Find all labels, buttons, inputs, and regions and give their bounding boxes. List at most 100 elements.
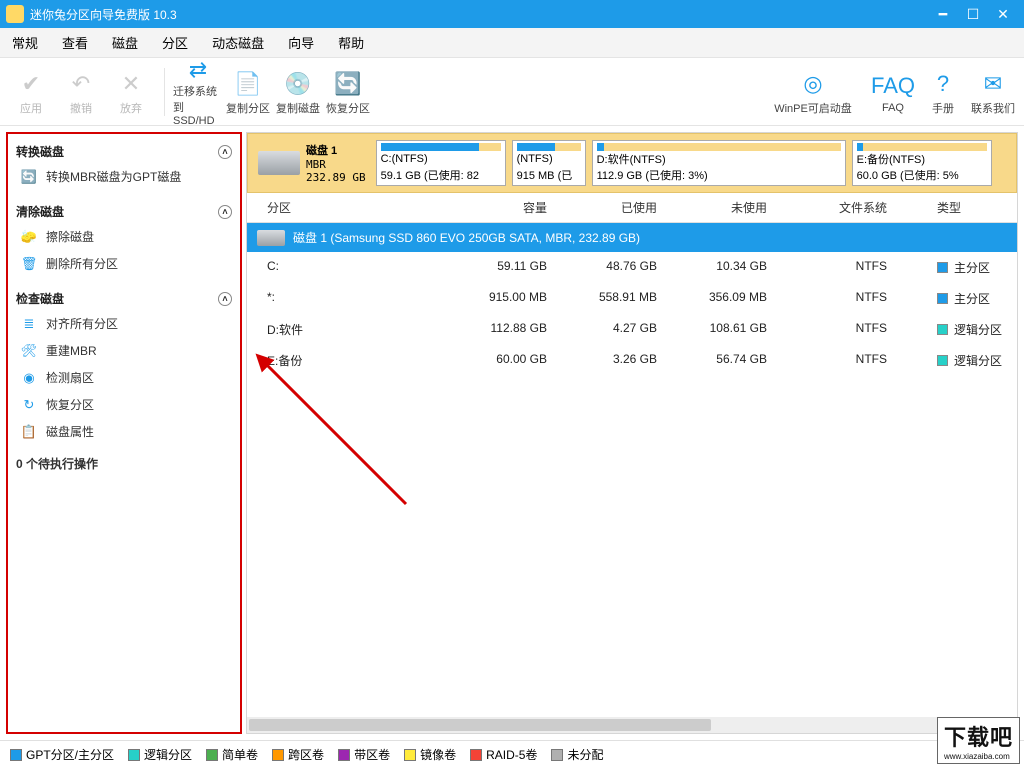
legend-item: 跨区卷	[272, 746, 324, 763]
maximize-button[interactable]: ☐	[958, 6, 988, 23]
sidebar-item-icon: 🧽	[20, 229, 38, 245]
toolbar-应用: ✔应用	[6, 62, 56, 122]
legend-item: 逻辑分区	[128, 746, 192, 763]
toolbar-联系我们[interactable]: ✉联系我们	[968, 62, 1018, 122]
toolbar-恢复分区[interactable]: 🔄恢复分区	[323, 62, 373, 122]
toolbar-迁移系统到SSD/HD[interactable]: ⇄迁移系统到SSD/HD	[173, 62, 223, 122]
sidebar-item[interactable]: ◉检测扇区	[16, 364, 232, 391]
type-color-icon	[937, 355, 948, 366]
toolbar-icon: ◎	[803, 68, 822, 100]
sidebar-item[interactable]: 🗑删除所有分区	[16, 250, 232, 277]
toolbar-label: 手册	[932, 100, 954, 116]
menu-help[interactable]: 帮助	[326, 33, 376, 52]
sidebar-item-label: 恢复分区	[46, 396, 94, 413]
sidebar-item[interactable]: ↻ 恢复分区	[16, 391, 232, 418]
diskmap-partition[interactable]: (NTFS)915 MB (已	[512, 140, 586, 186]
toolbar-icon: ✔	[22, 68, 40, 100]
close-button[interactable]: ✕	[988, 6, 1018, 23]
toolbar-icon: ↶	[72, 68, 90, 100]
toolbar-label: 撤销	[70, 100, 92, 116]
legend: GPT分区/主分区逻辑分区简单卷跨区卷带区卷镜像卷RAID-5卷未分配	[0, 740, 1024, 768]
toolbar-放弃: ✕放弃	[106, 62, 156, 122]
toolbar-label: FAQ	[882, 102, 904, 114]
diskmap-partition[interactable]: E:备份(NTFS)60.0 GB (已使用: 5%	[852, 140, 992, 186]
diskmap-partition[interactable]: D:软件(NTFS)112.9 GB (已使用: 3%)	[592, 140, 846, 186]
menu-wizard[interactable]: 向导	[276, 33, 326, 52]
legend-color-icon	[10, 749, 22, 761]
col-filesystem[interactable]: 文件系统	[767, 199, 887, 216]
table-row[interactable]: *:915.00 MB558.91 MB356.09 MBNTFS主分区	[247, 283, 1017, 314]
legend-color-icon	[551, 749, 563, 761]
minimize-button[interactable]: ━	[928, 6, 958, 23]
sidebar-item-icon: ◉	[20, 370, 38, 386]
legend-color-icon	[206, 749, 218, 761]
sidebar-item-label: 对齐所有分区	[46, 315, 118, 332]
sidebar-item[interactable]: 🔄转换MBR磁盘为GPT磁盘	[16, 163, 232, 190]
sidebar-item[interactable]: 🛠重建MBR	[16, 337, 232, 364]
toolbar-icon: ?	[937, 68, 949, 100]
chevron-up-icon[interactable]: ˄	[218, 205, 232, 219]
menubar: 常规 查看 磁盘 分区 动态磁盘 向导 帮助	[0, 28, 1024, 58]
disk-header-row[interactable]: 磁盘 1 (Samsung SSD 860 EVO 250GB SATA, MB…	[247, 223, 1017, 252]
menu-view[interactable]: 查看	[50, 33, 100, 52]
titlebar: 迷你兔分区向导免费版 10.3 ━ ☐ ✕	[0, 0, 1024, 28]
watermark: 下载吧 www.xiazaiba.com	[937, 717, 1020, 764]
col-used[interactable]: 已使用	[547, 199, 657, 216]
sidebar-item-label: 删除所有分区	[46, 255, 118, 272]
window-title: 迷你兔分区向导免费版 10.3	[30, 6, 177, 23]
legend-item: GPT分区/主分区	[10, 746, 114, 763]
toolbar-WinPE可启动盘[interactable]: ◎WinPE可启动盘	[758, 62, 868, 122]
sidebar-item[interactable]: ≣ 对齐所有分区	[16, 310, 232, 337]
legend-item: 简单卷	[206, 746, 258, 763]
menu-dynamic[interactable]: 动态磁盘	[200, 33, 276, 52]
table-row[interactable]: E:备份60.00 GB3.26 GB56.74 GBNTFS逻辑分区	[247, 345, 1017, 376]
legend-color-icon	[338, 749, 350, 761]
scrollbar-thumb[interactable]	[249, 719, 711, 731]
sidebar-section-head[interactable]: 清除磁盘˄	[16, 200, 232, 223]
menu-general[interactable]: 常规	[0, 33, 50, 52]
toolbar-label: 复制分区	[226, 100, 270, 116]
main-panel: 磁盘 1MBR232.89 GBC:(NTFS)59.1 GB (已使用: 82…	[246, 132, 1018, 734]
horizontal-scrollbar[interactable]: ◀ ▶	[247, 717, 1017, 733]
disk-info[interactable]: 磁盘 1MBR232.89 GB	[254, 140, 370, 186]
diskmap-partition[interactable]: C:(NTFS)59.1 GB (已使用: 82	[376, 140, 506, 186]
table-row[interactable]: C:59.11 GB48.76 GB10.34 GBNTFS主分区	[247, 252, 1017, 283]
toolbar-FAQ[interactable]: FAQFAQ	[868, 62, 918, 122]
col-capacity[interactable]: 容量	[437, 199, 547, 216]
toolbar-label: 应用	[20, 100, 42, 116]
disk-map[interactable]: 磁盘 1MBR232.89 GBC:(NTFS)59.1 GB (已使用: 82…	[247, 133, 1017, 193]
col-partition[interactable]: 分区	[257, 199, 437, 216]
toolbar-复制磁盘[interactable]: 💿复制磁盘	[273, 62, 323, 122]
legend-color-icon	[470, 749, 482, 761]
toolbar-icon: 💿	[284, 68, 311, 100]
toolbar-手册[interactable]: ?手册	[918, 62, 968, 122]
menu-disk[interactable]: 磁盘	[100, 33, 150, 52]
chevron-up-icon[interactable]: ˄	[218, 292, 232, 306]
sidebar-section-head[interactable]: 检查磁盘˄	[16, 287, 232, 310]
legend-item: 未分配	[551, 746, 603, 763]
sidebar-item-icon: 🛠	[20, 343, 38, 359]
toolbar-撤销: ↶撤销	[56, 62, 106, 122]
pending-operations: 0 个待执行操作	[16, 455, 232, 472]
toolbar-icon: FAQ	[871, 70, 915, 102]
chevron-up-icon[interactable]: ˄	[218, 145, 232, 159]
toolbar-label: 放弃	[120, 100, 142, 116]
toolbar-复制分区[interactable]: 📄复制分区	[223, 62, 273, 122]
sidebar-item-icon: ↻	[20, 397, 38, 413]
toolbar-icon: 🔄	[334, 68, 361, 100]
sidebar-item-icon: ≣	[20, 316, 38, 332]
col-type[interactable]: 类型	[887, 199, 1007, 216]
col-free[interactable]: 未使用	[657, 199, 767, 216]
toolbar-label: 复制磁盘	[276, 100, 320, 116]
table-row[interactable]: D:软件112.88 GB4.27 GB108.61 GBNTFS逻辑分区	[247, 314, 1017, 345]
sidebar-section-head[interactable]: 转换磁盘˄	[16, 140, 232, 163]
sidebar-item[interactable]: 📋磁盘属性	[16, 418, 232, 445]
sidebar-item[interactable]: 🧽 擦除磁盘	[16, 223, 232, 250]
toolbar-label: 恢复分区	[326, 100, 370, 116]
menu-partition[interactable]: 分区	[150, 33, 200, 52]
legend-item: 镜像卷	[404, 746, 456, 763]
type-color-icon	[937, 262, 948, 273]
table-header: 分区 容量 已使用 未使用 文件系统 类型	[247, 193, 1017, 223]
sidebar-item-label: 转换MBR磁盘为GPT磁盘	[46, 168, 181, 185]
sidebar-item-label: 擦除磁盘	[46, 228, 94, 245]
